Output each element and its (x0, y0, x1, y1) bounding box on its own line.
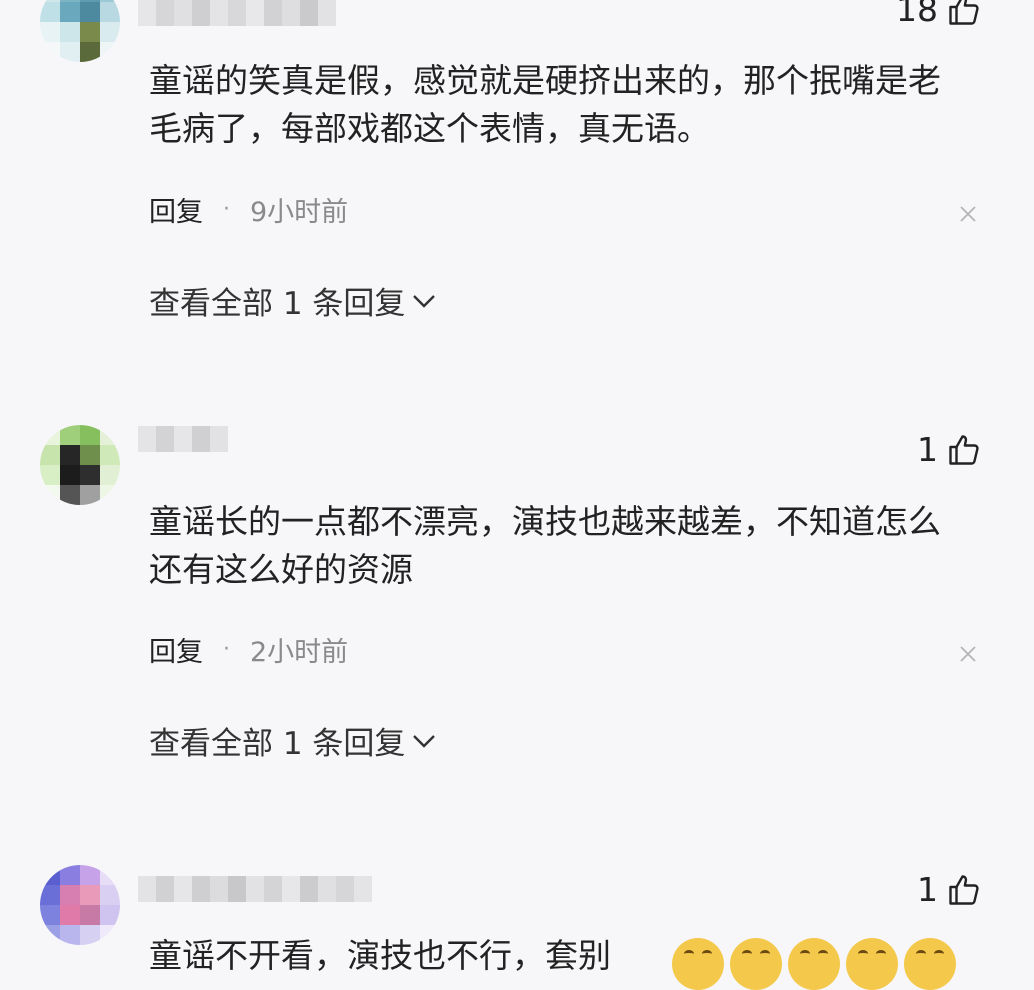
username-blurred[interactable] (138, 426, 228, 452)
avatar[interactable] (40, 865, 120, 945)
thumbs-up-icon (946, 432, 982, 468)
username-blurred[interactable] (138, 876, 372, 902)
thumbs-up-icon (946, 872, 982, 908)
emoji-row (672, 938, 956, 990)
chevron-down-icon (413, 294, 436, 308)
separator-dot: · (223, 637, 230, 662)
view-all-replies-link[interactable]: 查看全部 1 条回复 (149, 278, 437, 323)
avatar[interactable] (40, 425, 120, 505)
reply-button[interactable]: 回复 (149, 630, 203, 669)
like-button[interactable]: 1 (917, 430, 982, 469)
grinning-face-emoji (730, 938, 782, 990)
comment-meta: 回复 · 9小时前 (149, 190, 348, 229)
avatar[interactable] (40, 0, 120, 62)
chevron-down-icon (413, 734, 436, 748)
grinning-face-emoji (788, 938, 840, 990)
close-icon[interactable] (956, 202, 980, 226)
thumbs-up-icon (946, 0, 982, 28)
timestamp: 2小时前 (250, 637, 349, 668)
like-count: 1 (917, 430, 938, 469)
grinning-face-emoji (846, 938, 898, 990)
comment-meta: 回复 · 2小时前 (149, 630, 348, 669)
grinning-face-emoji (672, 938, 724, 990)
like-button[interactable]: 1 (917, 870, 982, 909)
view-all-replies-label: 查看全部 1 条回复 (149, 726, 406, 762)
comment-text: 童谣不开看，演技也不行，套别 (149, 936, 611, 975)
username-blurred[interactable] (138, 0, 336, 26)
like-button[interactable]: 18 (896, 0, 982, 29)
reply-button[interactable]: 回复 (149, 190, 203, 229)
close-icon[interactable] (956, 642, 980, 666)
comment-text: 童谣的笑真是假，感觉就是硬挤出来的，那个抿嘴是老 毛病了，每部戏都这个表情，真无… (149, 61, 941, 148)
separator-dot: · (223, 197, 230, 222)
like-count: 18 (896, 0, 938, 29)
timestamp: 9小时前 (250, 197, 349, 228)
view-all-replies-link[interactable]: 查看全部 1 条回复 (149, 718, 437, 763)
grinning-face-emoji (904, 938, 956, 990)
view-all-replies-label: 查看全部 1 条回复 (149, 286, 406, 322)
like-count: 1 (917, 870, 938, 909)
comment-text: 童谣长的一点都不漂亮，演技也越来越差，不知道怎么 还有这么好的资源 (149, 502, 941, 589)
